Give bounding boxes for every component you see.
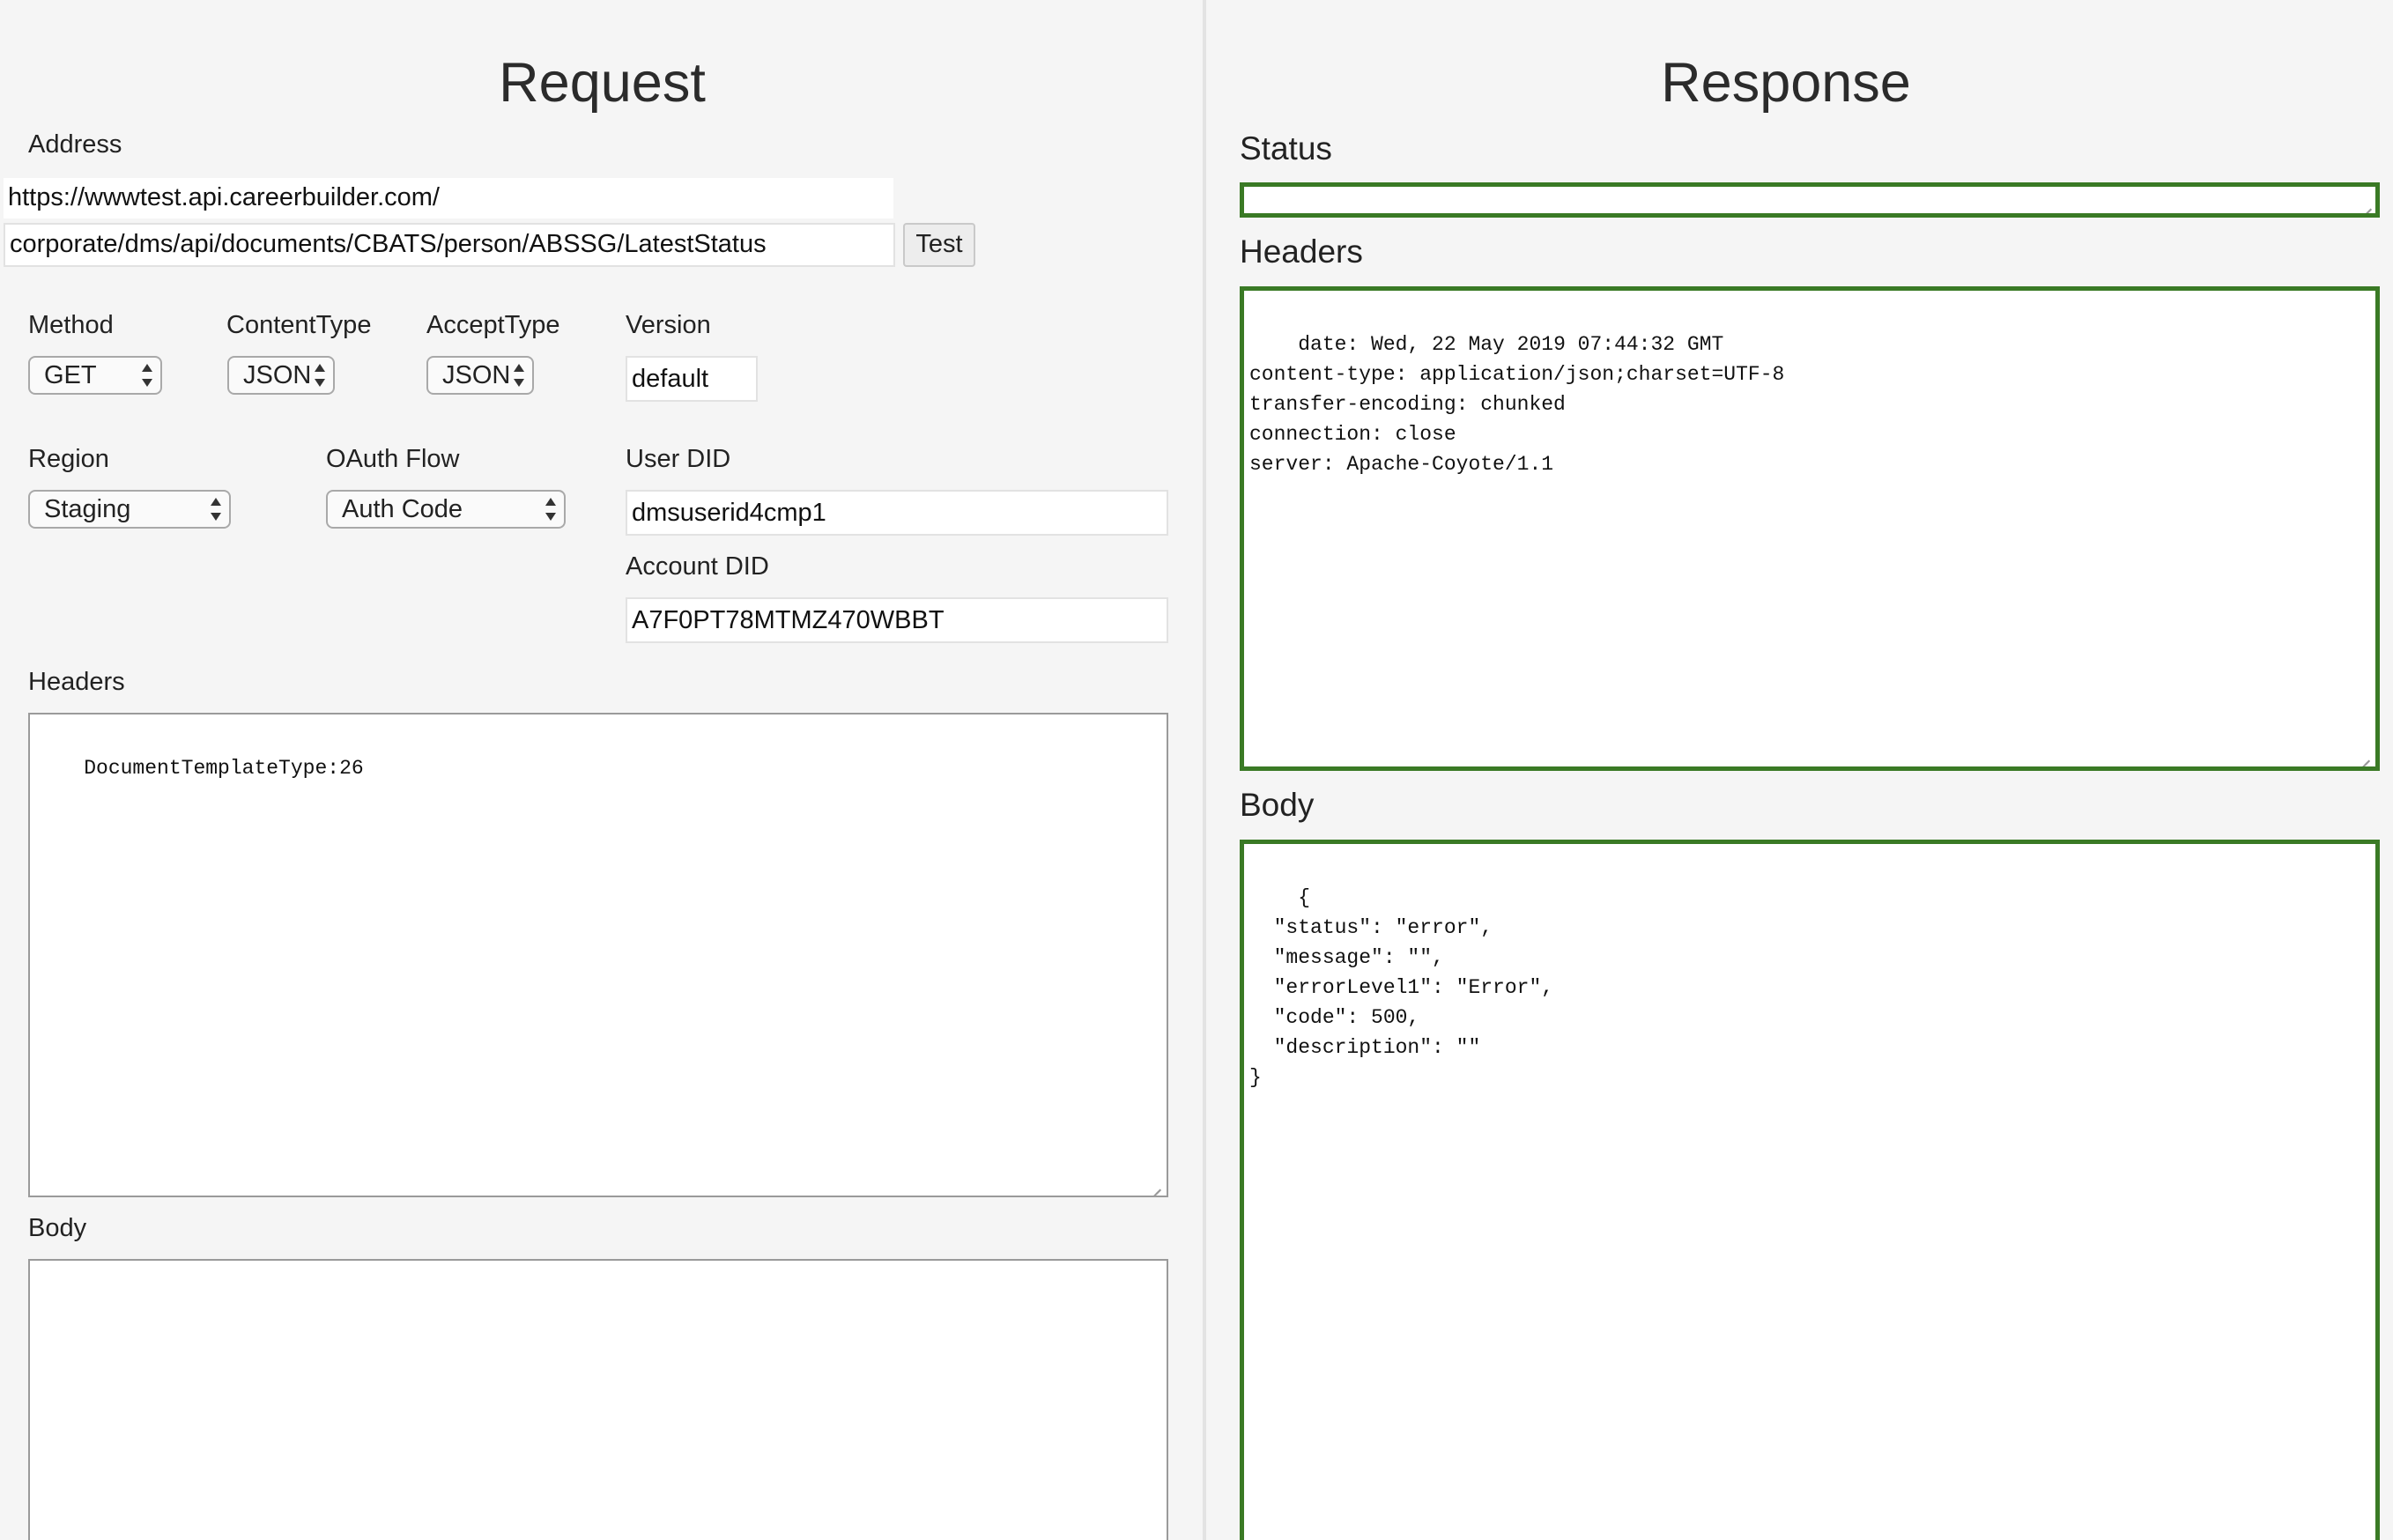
request-body-textarea[interactable] (28, 1259, 1168, 1540)
test-button[interactable]: Test (903, 223, 975, 267)
user-did-label: User DID (626, 445, 731, 473)
accept-type-select-value: JSON (442, 361, 511, 389)
resize-handle-icon[interactable] (2358, 749, 2372, 763)
resize-handle-icon[interactable] (1149, 1178, 1163, 1192)
method-label: Method (28, 311, 114, 339)
request-headers-textarea[interactable]: DocumentTemplateType:26 (28, 713, 1168, 1197)
select-arrows-icon (513, 363, 525, 388)
request-headers-label: Headers (28, 668, 125, 696)
oauth-flow-label: OAuth Flow (326, 445, 460, 473)
response-title: Response (1661, 52, 1911, 114)
response-body-textarea[interactable]: { "status": "error", "message": "", "err… (1240, 840, 2380, 1540)
user-did-input[interactable]: dmsuserid4cmp1 (626, 490, 1168, 536)
status-label: Status (1240, 130, 1332, 167)
response-headers-textarea[interactable]: date: Wed, 22 May 2019 07:44:32 GMT cont… (1240, 286, 2380, 771)
account-did-input[interactable]: A7F0PT78MTMZ470WBBT (626, 597, 1168, 643)
response-body-text: { "status": "error", "message": "", "err… (1249, 886, 1554, 1089)
region-label: Region (28, 445, 109, 473)
base-url-input[interactable]: https://wwwtest.api.careerbuilder.com/ (4, 178, 893, 218)
method-select[interactable]: GET (28, 356, 162, 395)
select-arrows-icon (210, 497, 222, 522)
accept-type-select[interactable]: JSON (426, 356, 534, 395)
response-headers-text: date: Wed, 22 May 2019 07:44:32 GMT cont… (1249, 333, 1785, 476)
response-panel: Response Status 400 Headers date: Wed, 2… (1206, 0, 2393, 1540)
request-body-label: Body (28, 1214, 87, 1242)
response-headers-label: Headers (1240, 233, 1363, 270)
select-arrows-icon (545, 497, 557, 522)
version-label: Version (626, 311, 711, 339)
status-textarea[interactable]: 400 (1240, 182, 2380, 218)
request-panel: Request Address https://wwwtest.api.care… (0, 0, 1204, 1540)
request-title: Request (499, 52, 706, 114)
select-arrows-icon (314, 363, 326, 388)
content-type-label: ContentType (226, 311, 372, 339)
content-type-select-value: JSON (243, 361, 312, 389)
path-input[interactable]: corporate/dms/api/documents/CBATS/person… (4, 223, 895, 267)
account-did-label: Account DID (626, 552, 769, 581)
oauth-flow-select[interactable]: Auth Code (326, 490, 566, 529)
region-select[interactable]: Staging (28, 490, 231, 529)
accept-type-label: AcceptType (426, 311, 560, 339)
address-label: Address (28, 130, 122, 159)
response-body-label: Body (1240, 787, 1315, 823)
region-select-value: Staging (44, 495, 131, 523)
resize-handle-icon[interactable] (2360, 197, 2374, 211)
method-select-value: GET (44, 361, 97, 389)
version-input[interactable]: default (626, 356, 758, 402)
content-type-select[interactable]: JSON (227, 356, 335, 395)
oauth-flow-select-value: Auth Code (342, 495, 463, 523)
request-headers-text: DocumentTemplateType:26 (84, 757, 364, 780)
select-arrows-icon (141, 363, 153, 388)
